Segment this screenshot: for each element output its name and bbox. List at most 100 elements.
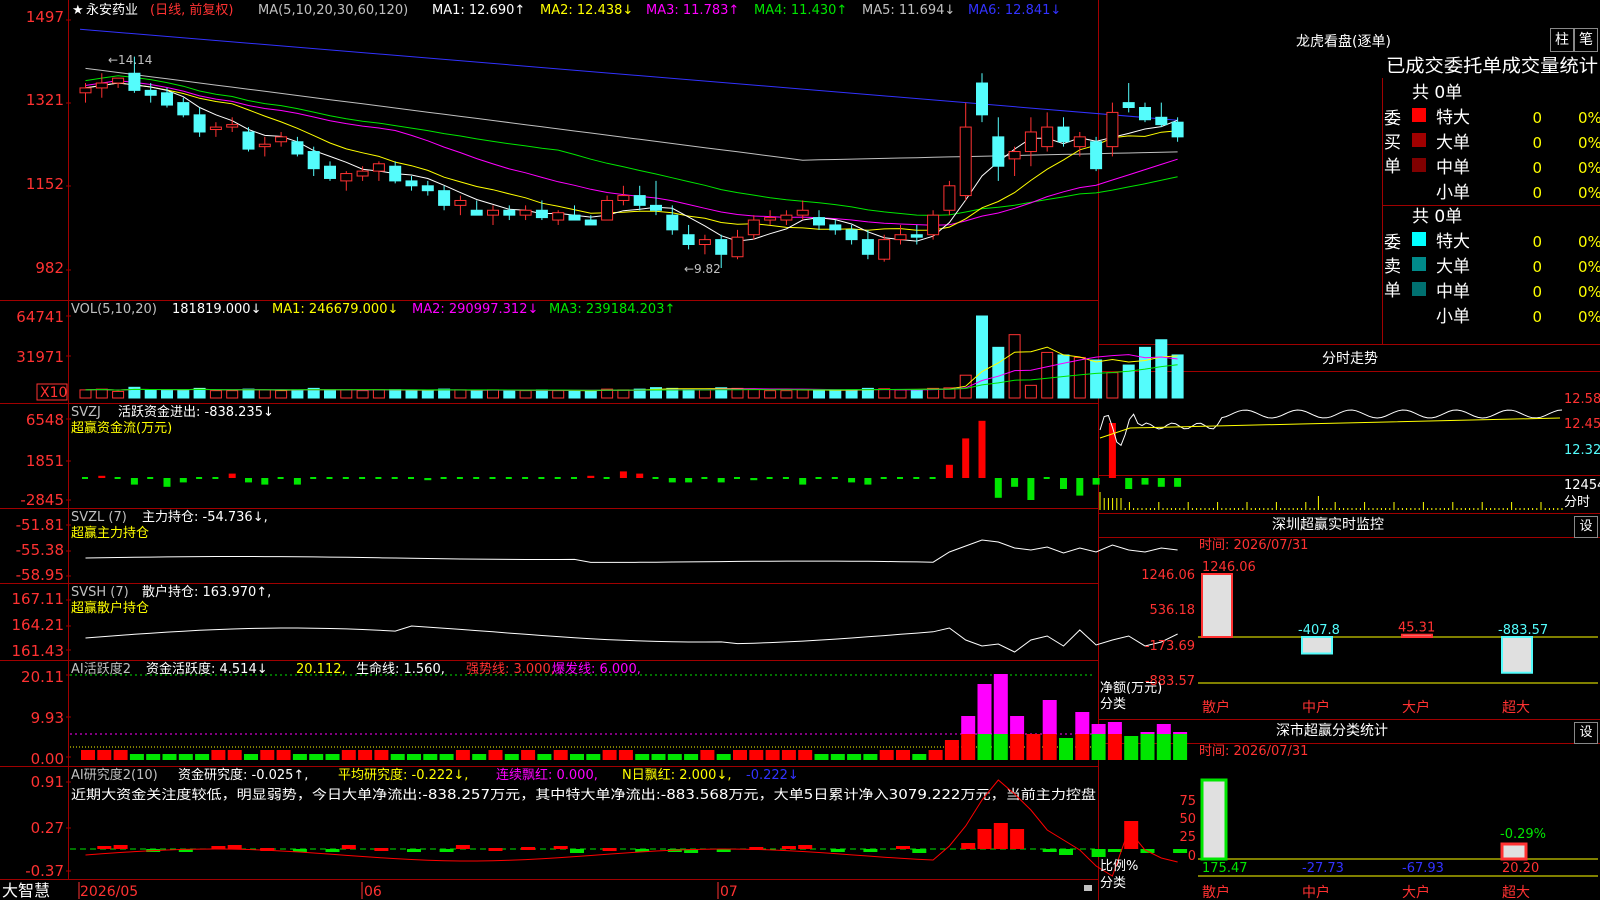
fund-flow-bar bbox=[1076, 478, 1084, 496]
kline-y-tick: 1321 bbox=[26, 91, 64, 109]
order-percent: 0% bbox=[1578, 258, 1600, 276]
volume-bar bbox=[535, 389, 548, 399]
activity-burst-bar bbox=[977, 684, 992, 734]
volume-bar bbox=[242, 388, 255, 399]
svzj-value: 活跃资金进出: -838.235↓ bbox=[118, 404, 274, 420]
category-y-axis: 75 50 25 0 bbox=[1179, 794, 1196, 864]
ma6-line bbox=[79, 28, 1178, 121]
activity-bar bbox=[912, 754, 927, 760]
monitor-title: 深圳超赢实时监控 bbox=[1272, 516, 1384, 533]
volume-bar bbox=[324, 389, 336, 399]
activity-bar bbox=[733, 750, 747, 760]
order-percent: 0% bbox=[1578, 283, 1600, 301]
brand-logo[interactable]: 大智慧 bbox=[2, 881, 50, 900]
category-title: 深市超赢分类统计 bbox=[1276, 722, 1388, 739]
order-count: 0 bbox=[1532, 283, 1542, 301]
volume-bar bbox=[454, 389, 467, 399]
research-bar bbox=[1010, 829, 1025, 849]
activity-bar bbox=[781, 750, 796, 760]
fund-flow-dash bbox=[114, 477, 121, 479]
activity-bar bbox=[390, 754, 405, 760]
fund-flow-dash bbox=[1043, 477, 1050, 479]
volume-bar bbox=[161, 389, 173, 399]
fund-flow-dash bbox=[489, 477, 496, 479]
vol-plot[interactable] bbox=[79, 315, 1184, 399]
fund-flow-bar bbox=[293, 478, 301, 485]
activity-bar bbox=[81, 750, 95, 760]
category-y-tick: 75 bbox=[1179, 794, 1196, 809]
kline-plot[interactable] bbox=[79, 28, 1184, 268]
volume-bar bbox=[747, 388, 760, 399]
intraday-price: 12.32 bbox=[1564, 443, 1600, 458]
activity-burst-bar bbox=[1140, 732, 1155, 734]
monitor-plot[interactable]: 1246.06 散户 -407.8 中户 45.31 大户 -883.57 超大 bbox=[1198, 560, 1598, 716]
ai-active-y-tick: 20.11 bbox=[21, 668, 64, 686]
monitor-category: 中户 bbox=[1302, 699, 1330, 716]
fund-flow-bar bbox=[717, 478, 725, 483]
activity-bar bbox=[684, 754, 699, 760]
activity-bar bbox=[896, 750, 910, 760]
activity-bar bbox=[146, 754, 161, 760]
candle-body bbox=[878, 239, 891, 260]
fund-flow-dash bbox=[929, 477, 936, 479]
activity-bar bbox=[325, 754, 340, 760]
stock-name[interactable]: 永安药业 bbox=[86, 3, 138, 18]
svsh-label: SVSH (7) bbox=[71, 585, 129, 600]
candle-body bbox=[161, 92, 173, 106]
order-type: 中单 bbox=[1436, 282, 1470, 302]
intraday-plot[interactable] bbox=[1099, 409, 1563, 510]
candle-body bbox=[405, 180, 418, 187]
order-percent: 0% bbox=[1578, 233, 1600, 251]
research-bar bbox=[570, 849, 584, 853]
activity-bar bbox=[260, 750, 275, 760]
period-label[interactable]: (日线, 前复权) bbox=[150, 2, 233, 18]
dragon-tabs[interactable]: 已成交委托单成交量统计 bbox=[1386, 56, 1598, 77]
monitor-bar-label: -407.8 bbox=[1298, 623, 1340, 638]
volume-bar bbox=[1106, 372, 1119, 399]
activity-bar bbox=[944, 740, 959, 760]
category-y-tick: 50 bbox=[1179, 812, 1196, 827]
buy-side-label: 委 买 单 bbox=[1384, 109, 1401, 177]
fund-flow-bar bbox=[685, 478, 693, 483]
pen-view-button[interactable]: 笔 bbox=[1574, 28, 1598, 52]
category-plot[interactable]: -0.29% 175.47 散户 -27.73 中户 -67.93 大户 20.20 超大 bbox=[1198, 778, 1598, 900]
research-bar bbox=[781, 846, 796, 849]
ai-active-plot[interactable] bbox=[70, 674, 1188, 760]
activity-bar bbox=[635, 754, 650, 760]
candle-body bbox=[1073, 136, 1086, 148]
monitor-settings-button[interactable]: 设 bbox=[1574, 516, 1598, 538]
activity-bar bbox=[472, 754, 487, 760]
activity-burst-bar bbox=[1010, 716, 1025, 734]
column-view-button[interactable]: 柱 bbox=[1550, 28, 1574, 52]
lock-icon[interactable] bbox=[1084, 885, 1092, 891]
activity-bar bbox=[1059, 738, 1073, 760]
order-type: 小单 bbox=[1436, 307, 1470, 327]
svsh-y-tick: 161.43 bbox=[12, 642, 65, 660]
order-type: 特大 bbox=[1436, 232, 1470, 252]
vol-unit[interactable]: X10 bbox=[40, 385, 67, 401]
kline-header: ★ 永安药业 (日线, 前复权) MA(5,10,20,30,60,120) M… bbox=[72, 2, 1061, 18]
activity-bar bbox=[488, 750, 503, 760]
candle-body bbox=[519, 209, 532, 216]
order-total: 共 0单 bbox=[1412, 83, 1462, 103]
ai-research-label: AI研究度2(10) bbox=[71, 767, 158, 783]
svzj-plot[interactable] bbox=[82, 420, 1182, 500]
fund-flow-dash bbox=[440, 477, 447, 479]
ma3-value: MA3: 11.783↑ bbox=[646, 3, 739, 18]
fund-flow-dash bbox=[82, 477, 88, 479]
fund-flow-bar bbox=[1157, 478, 1165, 487]
category-name: 中户 bbox=[1302, 884, 1330, 900]
fund-flow-bar bbox=[864, 478, 872, 485]
retail-holding-line bbox=[85, 625, 1178, 653]
volume-bar bbox=[1090, 359, 1103, 399]
volume-bar bbox=[1073, 356, 1086, 399]
category-settings-button[interactable]: 设 bbox=[1574, 722, 1598, 744]
sell-side-char: 委 bbox=[1384, 233, 1401, 253]
svsh-plot[interactable] bbox=[85, 625, 1178, 653]
research-bar bbox=[1107, 849, 1122, 852]
volume-bar bbox=[1008, 334, 1021, 399]
research-bar bbox=[325, 849, 340, 852]
ai-research-red: 连续飘红: 0.000, bbox=[496, 767, 598, 783]
svzl-plot[interactable] bbox=[85, 539, 1178, 563]
activity-bar bbox=[618, 750, 633, 760]
